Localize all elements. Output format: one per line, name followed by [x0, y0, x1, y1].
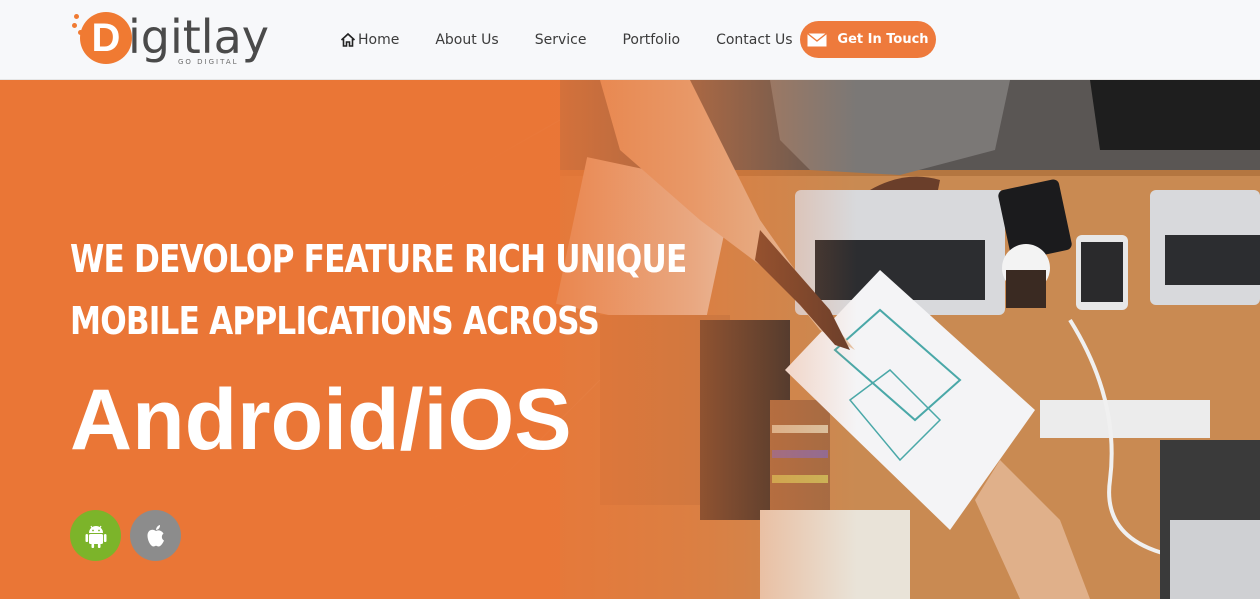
android-icon [85, 525, 106, 548]
site-header: D igitlay GO DIGITAL Home About Us Servi… [0, 0, 1260, 80]
hero-platforms-title: Android/iOS [70, 372, 572, 468]
nav-item-portfolio[interactable]: Portfolio [622, 32, 680, 48]
hero-banner: WE DEVOLOP FEATURE RICH UNIQUE MOBILE AP… [0, 80, 1260, 599]
hero-headline: WE DEVOLOP FEATURE RICH UNIQUE MOBILE AP… [70, 228, 687, 352]
nav-item-contact-us[interactable]: Contact Us [716, 32, 792, 48]
logo-tagline: GO DIGITAL [178, 58, 239, 66]
home-icon [340, 32, 356, 47]
platform-badges [70, 510, 190, 561]
hero-headline-line-1: WE DEVOLOP FEATURE RICH UNIQUE [70, 237, 687, 281]
nav-item-label: Portfolio [622, 32, 681, 48]
logo-initial: D [80, 12, 132, 64]
nav-item-label: Service [534, 32, 587, 48]
mail-icon [807, 32, 828, 46]
get-in-touch-label: Get In Touch [837, 32, 929, 47]
nav-item-about-us[interactable]: About Us [435, 32, 498, 48]
main-nav: Home About Us Service Portfolio Contact … [340, 0, 829, 80]
hero-headline-line-2: MOBILE APPLICATIONS ACROSS [70, 299, 600, 343]
nav-item-home[interactable]: Home [340, 32, 399, 48]
apple-badge[interactable] [130, 510, 181, 561]
brand-logo[interactable]: D igitlay GO DIGITAL [72, 8, 282, 70]
apple-icon [147, 524, 164, 546]
android-badge[interactable] [70, 510, 121, 561]
nav-item-service[interactable]: Service [535, 32, 587, 48]
nav-item-label: About Us [435, 32, 499, 48]
get-in-touch-button[interactable]: Get In Touch [800, 21, 936, 58]
nav-item-label: Home [358, 32, 400, 48]
nav-item-label: Contact Us [716, 32, 793, 48]
